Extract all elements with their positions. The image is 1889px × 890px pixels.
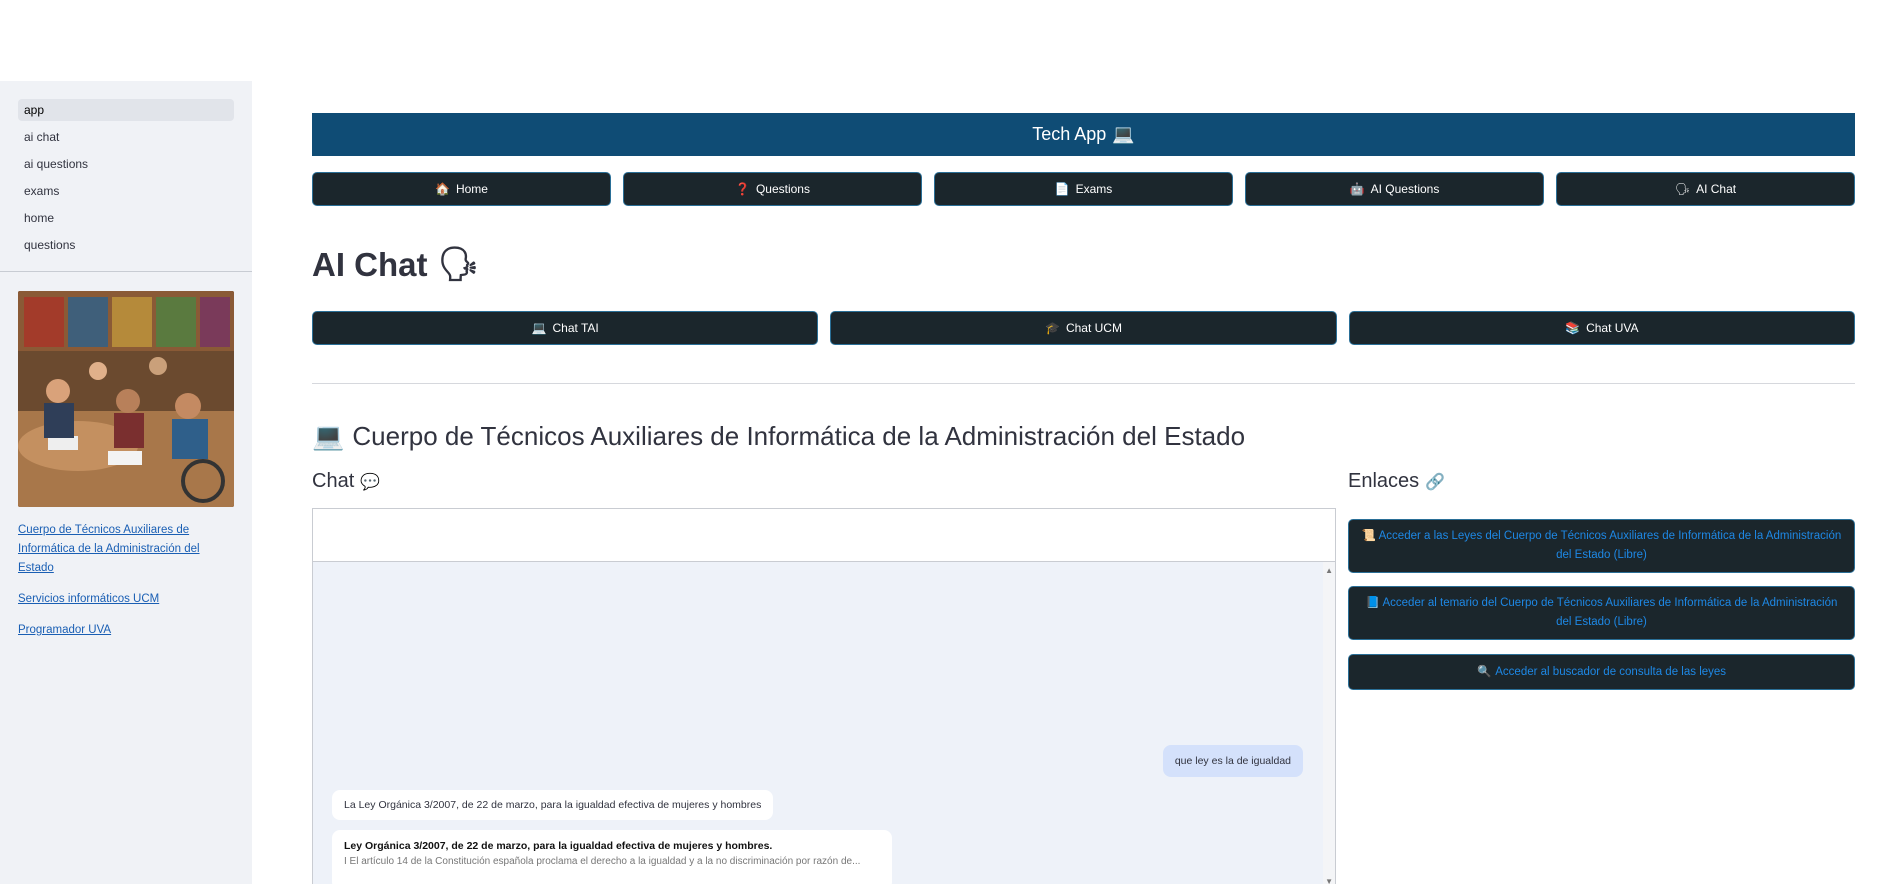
buscador-link-button[interactable]: 🔍 Acceder al buscador de consulta de las… [1348,654,1855,690]
scroll-down-icon[interactable]: ▼ [1325,877,1333,886]
chat-tai-label: Chat TAI [552,321,599,335]
sidebar-item-home[interactable]: home [18,207,234,229]
page-title: AI Chat 🗣 [312,245,479,284]
sidebar-links: Cuerpo de Técnicos Auxiliares de Informá… [18,521,218,652]
sidebar-item-ai-chat[interactable]: ai chat [18,126,234,148]
section-title-text: Cuerpo de Técnicos Auxiliares de Informá… [352,421,1246,451]
chat-uva-label: Chat UVA [1586,321,1639,335]
ai-chat-button[interactable]: 🗣 AI Chat [1556,172,1855,206]
chat-ucm-label: Chat UCM [1065,321,1122,335]
links-heading: Enlaces 🔗 [1348,470,1445,493]
home-button-label: Home [455,182,488,196]
bot-message: La Ley Orgánica 3/2007, de 22 de marzo, … [332,790,774,820]
chat-tai-button[interactable]: 💻 Chat TAI [312,311,819,345]
user-message: que ley es la de igualdad [1162,745,1303,777]
speaking-head-icon: 🗣 [437,245,480,282]
temario-link-button[interactable]: 📘 Acceder al temario del Cuerpo de Técni… [1348,586,1855,640]
laptop-icon: 💻 [531,321,547,335]
sidebar-divider [0,271,252,272]
document-icon: 📄 [1054,182,1070,196]
sidebar-classroom-image [18,291,234,507]
link-icon: 🔗 [1425,473,1446,491]
scroll-icon: 📜 [1361,530,1377,542]
robot-icon: 🤖 [1349,182,1365,196]
chat-heading: Chat 💬 [312,470,380,493]
laptop-icon: 💻 [1112,124,1135,144]
buscador-link-label: Acceder al buscador de consulta de las l… [1495,665,1727,678]
questions-button-label: Questions [755,182,810,196]
chat-uva-button[interactable]: 📚 Chat UVA [1348,311,1855,345]
scroll-up-icon[interactable]: ▲ [1325,566,1333,575]
ai-chat-button-label: AI Chat [1696,182,1737,196]
book-icon: 📘 [1365,597,1380,609]
sidebar-nav: app ai chat ai questions exams home ques… [0,81,252,256]
chat-scrollbar[interactable]: ▲ ▼ [1323,562,1335,886]
chat-ucm-button[interactable]: 🎓 Chat UCM [830,311,1337,345]
sidebar-item-ai-questions[interactable]: ai questions [18,153,234,175]
source-card-snippet: I El artículo 14 de la Constitución espa… [344,856,861,867]
links-heading-text: Enlaces [1348,470,1420,492]
sidebar-link-ucm[interactable]: Servicios informáticos UCM [18,590,218,609]
source-card-title: Ley Orgánica 3/2007, de 22 de marzo, par… [344,840,773,852]
temario-link-label: Acceder al temario del Cuerpo de Técnico… [1382,597,1838,628]
banner-title: Tech App [1032,124,1107,144]
sidebar: app ai chat ai questions exams home ques… [0,81,252,884]
section-title: 💻 Cuerpo de Técnicos Auxiliares de Infor… [312,421,1245,452]
graduation-cap-icon: 🎓 [1045,321,1060,335]
app-banner: Tech App 💻 [312,113,1855,156]
chat-tabs: 💻 Chat TAI 🎓 Chat UCM 📚 Chat UVA [312,311,1855,345]
home-button[interactable]: 🏠 Home [312,172,611,206]
source-card[interactable]: Ley Orgánica 3/2007, de 22 de marzo, par… [332,830,892,890]
sidebar-link-uva[interactable]: Programador UVA [18,621,218,640]
books-icon: 📚 [1565,321,1581,335]
laptop-icon: 💻 [312,421,345,451]
speech-bubble-icon: 💬 [360,473,381,491]
page-title-text: AI Chat [312,245,428,283]
leyes-link-button[interactable]: 📜 Acceder a las Leyes del Cuerpo de Técn… [1348,519,1855,573]
exams-button[interactable]: 📄 Exams [934,172,1233,206]
ai-questions-button-label: AI Questions [1370,182,1440,196]
leyes-link-label: Acceder a las Leyes del Cuerpo de Técnic… [1378,530,1842,561]
sidebar-item-questions[interactable]: questions [18,234,234,256]
chat-input[interactable] [312,508,1336,561]
exams-button-label: Exams [1075,182,1113,196]
house-icon: 🏠 [435,182,450,196]
sidebar-item-app[interactable]: app [18,99,234,121]
chat-messages[interactable]: ▲ ▼ que ley es la de igualdad La Ley Org… [312,561,1336,890]
chat-heading-text: Chat [312,470,355,492]
sidebar-link-tai[interactable]: Cuerpo de Técnicos Auxiliares de Informá… [18,521,218,578]
questions-button[interactable]: ❓ Questions [623,172,922,206]
ai-questions-button[interactable]: 🤖 AI Questions [1245,172,1544,206]
question-mark-icon: ❓ [735,182,750,196]
sidebar-item-exams[interactable]: exams [18,180,234,202]
top-nav: 🏠 Home ❓ Questions 📄 Exams 🤖 AI Questions 🗣 A… [312,172,1855,206]
magnifier-icon: 🔍 [1476,665,1492,678]
speaking-head-icon: 🗣 [1674,182,1691,196]
divider [312,383,1855,384]
